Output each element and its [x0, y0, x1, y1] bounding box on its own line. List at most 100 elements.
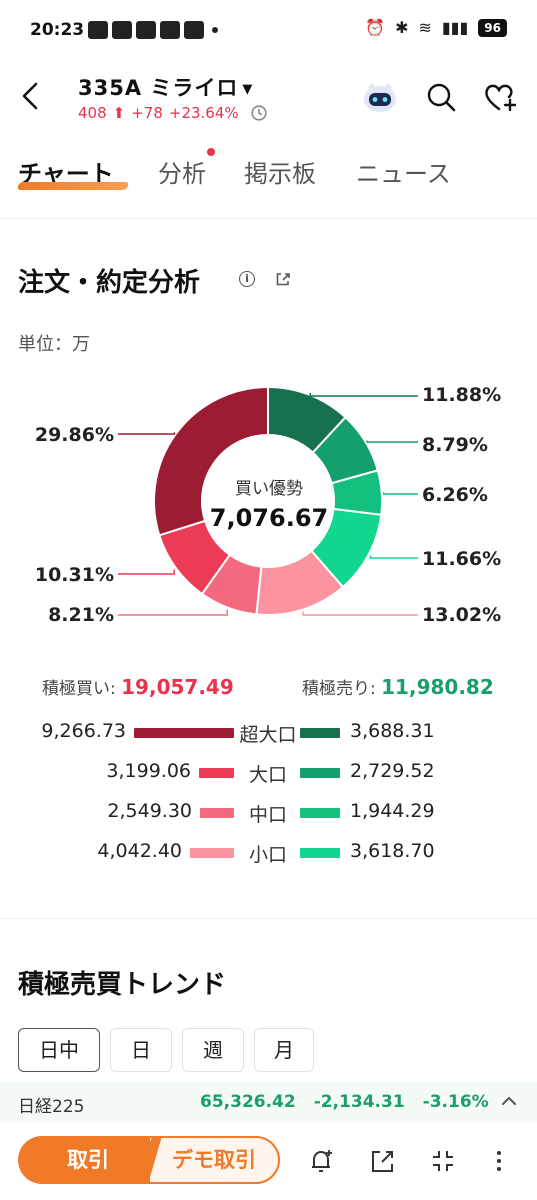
- leader-line: [369, 555, 418, 559]
- tab-bar: チャート 分析 掲示板 ニュース: [0, 148, 537, 204]
- index-ticker-bar[interactable]: 日経225 65,326.42 -2,134.31 -3.16%: [0, 1082, 537, 1122]
- sell-bar: [300, 848, 340, 858]
- back-arrow-icon[interactable]: [16, 78, 44, 114]
- arrow-up-icon: ⬆: [112, 104, 126, 122]
- total-sell-label: 積極売り:: [302, 679, 376, 699]
- divider: [0, 918, 537, 919]
- robot-assistant-icon[interactable]: [360, 76, 400, 116]
- share-icon[interactable]: [370, 1148, 396, 1174]
- stock-title-text: 335A ミライロ: [78, 76, 239, 100]
- total-buy-label: 積極買い:: [42, 679, 116, 699]
- section-title: 注文・約定分析: [18, 268, 201, 298]
- index-name: 日経225: [18, 1097, 85, 1117]
- period-day-button[interactable]: 日: [110, 1028, 172, 1072]
- period-intraday-button[interactable]: 日中: [18, 1028, 100, 1072]
- trend-title: 積極売買トレンド: [18, 970, 227, 1000]
- active-tab-indicator: [16, 182, 130, 190]
- buy-value: 3,199.06: [106, 760, 191, 782]
- wifi-icon: ≋: [418, 18, 432, 37]
- total-sell-value: 11,980.82: [381, 675, 494, 699]
- trade-button[interactable]: 取引: [18, 1136, 158, 1184]
- price-change-pct: +23.64%: [168, 104, 239, 122]
- status-bar: 20:23 ⏰ ✱ ≋ ▮▮▮ 96: [0, 0, 537, 60]
- total-buy-value: 19,057.49: [121, 675, 234, 699]
- size-label: 大口: [248, 764, 287, 786]
- leader-line: [118, 609, 228, 616]
- battery-icon: 96: [478, 18, 507, 37]
- sell-value: 1,944.29: [350, 800, 435, 822]
- slice-percent-label: 10.31%: [34, 564, 114, 586]
- breakdown-row: 4,042.40 小口 3,618.70: [0, 838, 537, 868]
- alarm-icon: ⏰: [365, 18, 386, 37]
- slice-percent-label: 8.79%: [422, 434, 488, 456]
- index-values: 65,326.42 -2,134.31 -3.16%: [200, 1092, 489, 1112]
- add-favorite-icon[interactable]: [482, 80, 518, 114]
- notification-icons: [88, 21, 218, 39]
- share-icon[interactable]: [275, 271, 291, 287]
- quote-line: 408 ⬆ +78 +23.64%: [78, 104, 267, 122]
- caret-down-icon: ▼: [242, 81, 254, 97]
- price-value: 408: [78, 104, 107, 122]
- buy-bar: [199, 768, 234, 778]
- leader-line: [309, 392, 418, 397]
- calendar-icon: [184, 21, 204, 39]
- notification-icon: [112, 21, 132, 39]
- buy-bar: [190, 848, 234, 858]
- leader-line: [118, 432, 176, 435]
- period-month-button[interactable]: 月: [254, 1028, 314, 1072]
- sell-bar: [300, 768, 340, 778]
- status-time: 20:23: [30, 20, 85, 40]
- slice-percent-label: 6.26%: [422, 484, 488, 506]
- notification-icon: [88, 21, 108, 39]
- leader-line: [366, 440, 418, 443]
- more-dot-icon: [212, 27, 218, 33]
- sell-value: 2,729.52: [350, 760, 435, 782]
- total-sell: 積極売り: 11,980.82: [302, 674, 494, 699]
- chevron-up-icon[interactable]: [500, 1094, 518, 1108]
- slice-percent-label: 29.86%: [34, 424, 114, 446]
- info-icon[interactable]: i: [239, 271, 255, 287]
- button-separator: [138, 1136, 162, 1184]
- bottom-toolbar: 取引 デモ取引: [0, 1122, 537, 1200]
- size-label: 超大口: [239, 724, 297, 746]
- buy-bar: [134, 728, 234, 738]
- buy-value: 9,266.73: [41, 720, 126, 742]
- stock-title[interactable]: 335A ミライロ ▼: [78, 72, 253, 102]
- system-icons: ⏰ ✱ ≋ ▮▮▮ 96: [365, 18, 507, 37]
- leader-line: [382, 492, 418, 495]
- period-week-button[interactable]: 週: [182, 1028, 244, 1072]
- demo-trade-button[interactable]: デモ取引: [148, 1136, 280, 1184]
- buy-bar: [200, 808, 234, 818]
- search-icon[interactable]: [424, 80, 458, 114]
- slice-percent-label: 8.21%: [48, 604, 114, 626]
- add-alert-icon[interactable]: [308, 1148, 334, 1174]
- sell-value: 3,618.70: [350, 840, 435, 862]
- slice-percent-label: 11.66%: [422, 548, 502, 570]
- signal-icon: ▮▮▮: [441, 18, 469, 37]
- sell-bar: [300, 808, 340, 818]
- slice-percent-label: 13.02%: [422, 604, 502, 626]
- index-change-pct: -3.16%: [422, 1092, 489, 1112]
- buy-value: 4,042.40: [97, 840, 182, 862]
- leader-line: [118, 569, 175, 575]
- header: 335A ミライロ ▼ 408 ⬆ +78 +23.64%: [0, 60, 537, 136]
- total-buy: 積極買い: 19,057.49: [42, 674, 234, 699]
- tab-news[interactable]: ニュース: [356, 154, 451, 189]
- breakdown-row: 2,549.30 中口 1,944.29: [0, 798, 537, 828]
- sell-bar: [300, 728, 340, 738]
- tab-analysis[interactable]: 分析: [158, 154, 206, 189]
- breakdown-row: 9,266.73 超大口 3,688.31: [0, 718, 537, 748]
- donut-center-value: 7,076.67: [209, 504, 329, 532]
- index-change: -2,134.31: [313, 1092, 405, 1112]
- sell-value: 3,688.31: [350, 720, 435, 742]
- divider: [0, 218, 537, 219]
- tab-board[interactable]: 掲示板: [244, 154, 316, 189]
- notification-dot: [207, 148, 215, 156]
- more-vertical-icon[interactable]: [486, 1148, 512, 1174]
- price-change: +78: [131, 104, 163, 122]
- breakdown-row: 3,199.06 大口 2,729.52: [0, 758, 537, 788]
- index-value: 65,326.42: [200, 1092, 296, 1112]
- collapse-icon[interactable]: [430, 1148, 456, 1174]
- notification-icon: [160, 21, 180, 39]
- notification-icon: [136, 21, 156, 39]
